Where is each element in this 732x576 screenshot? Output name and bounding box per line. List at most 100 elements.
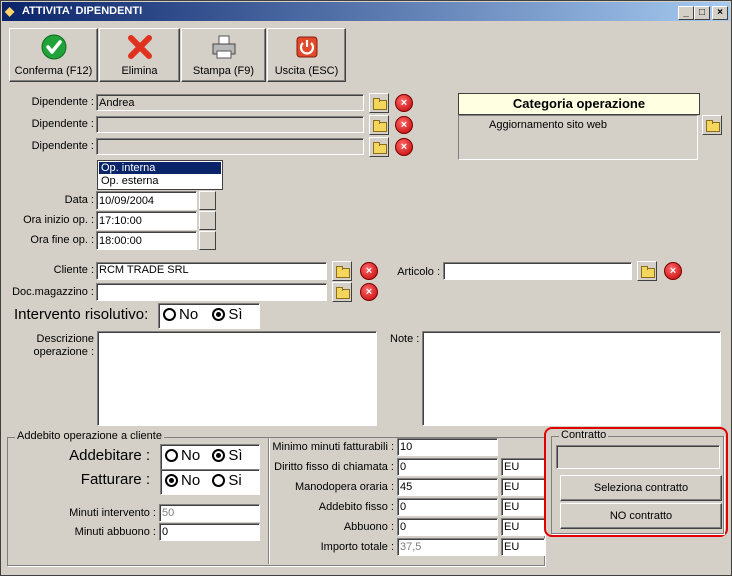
hourly-field[interactable]: 45 <box>397 478 498 496</box>
notes-label: Note : <box>390 333 420 345</box>
close-button[interactable]: × <box>712 6 728 20</box>
checkmark-icon <box>41 34 66 60</box>
end-time-field[interactable]: 18:00:00 <box>96 231 197 250</box>
min-billable-label: Minimo minuti fatturabili : <box>272 441 394 453</box>
employee-3-label: Dipendente : <box>31 140 94 152</box>
employee-1-clear-icon[interactable]: × <box>395 94 413 112</box>
contract-group-title: Contratto <box>559 429 609 441</box>
invoice-yes-radio[interactable] <box>212 473 226 487</box>
call-fee-currency[interactable]: EU <box>501 458 545 476</box>
end-time-label: Ora fine op. : <box>30 234 94 246</box>
billing-divider <box>268 438 269 564</box>
maximize-button[interactable]: □ <box>694 6 710 20</box>
description-label-2: operazione : <box>33 346 94 358</box>
charge-label: Addebitare : <box>69 447 150 464</box>
charge-yes-label: Sì <box>228 447 243 464</box>
fixed-charge-field[interactable]: 0 <box>397 498 498 516</box>
client-folder-icon[interactable] <box>332 261 352 281</box>
charge-no-label: No <box>181 447 201 464</box>
category-box[interactable]: Aggiornamento sito web <box>458 115 698 160</box>
employee-2-label: Dipendente : <box>31 118 94 130</box>
client-clear-icon[interactable]: × <box>360 262 378 280</box>
category-title: Categoria operazione <box>458 93 700 115</box>
article-folder-icon[interactable] <box>637 261 657 281</box>
minutes-label: Minuti intervento : <box>69 507 156 519</box>
employee-1-label: Dipendente : <box>31 96 94 108</box>
hourly-currency[interactable]: EU <box>501 478 545 496</box>
resolutive-no-label: No <box>179 306 199 323</box>
date-picker-button[interactable] <box>199 191 216 210</box>
client-field[interactable]: RCM TRADE SRL <box>96 262 327 280</box>
discount-currency[interactable]: EU <box>501 518 545 536</box>
employee-3-clear-icon[interactable]: × <box>395 138 413 156</box>
discount-field[interactable]: 0 <box>397 518 498 536</box>
employee-2-folder-icon[interactable] <box>369 115 389 135</box>
discount-minutes-label: Minuti abbuono : <box>74 526 156 538</box>
call-fee-field[interactable]: 0 <box>397 458 498 476</box>
fixed-charge-label: Addebito fisso : <box>318 501 394 513</box>
employee-3-field[interactable] <box>96 138 364 155</box>
minimize-button[interactable]: _ <box>678 6 694 20</box>
window-title: ATTIVITA' DIPENDENTI <box>22 5 143 17</box>
warehouse-doc-clear-icon[interactable]: × <box>360 283 378 301</box>
client-label: Cliente : <box>53 264 94 276</box>
article-clear-icon[interactable]: × <box>664 262 682 280</box>
confirm-button[interactable]: Conferma (F12) <box>9 28 98 82</box>
no-contract-button[interactable]: NO contratto <box>560 503 722 529</box>
employee-1-folder-icon[interactable] <box>369 93 389 113</box>
discount-label: Abbuono : <box>343 521 394 533</box>
start-time-label: Ora inizio op. : <box>23 214 94 226</box>
total-field[interactable]: 37,5 <box>397 538 498 556</box>
category-folder-icon[interactable] <box>702 115 722 135</box>
exit-button[interactable]: Uscita (ESC) <box>267 28 346 82</box>
resolutive-yes-radio[interactable] <box>212 307 226 321</box>
hourly-label: Manodopera oraria : <box>294 481 394 493</box>
date-field[interactable]: 10/09/2004 <box>96 191 197 210</box>
delete-label: Elimina <box>121 65 158 77</box>
start-time-button[interactable] <box>199 211 216 230</box>
invoice-label: Fatturare : <box>80 471 150 488</box>
total-currency[interactable]: EU <box>501 538 545 556</box>
end-time-button[interactable] <box>199 231 216 250</box>
minutes-field[interactable]: 50 <box>159 504 260 522</box>
print-label: Stampa (F9) <box>192 65 255 77</box>
description-label-1: Descrizione <box>36 333 94 345</box>
charge-no-radio[interactable] <box>165 448 178 462</box>
billing-group-title: Addebito operazione a cliente <box>15 430 164 442</box>
employee-2-clear-icon[interactable]: × <box>395 116 413 134</box>
print-button[interactable]: Stampa (F9) <box>181 28 266 82</box>
power-icon <box>296 36 317 58</box>
notes-textarea[interactable] <box>422 331 721 426</box>
warehouse-doc-field[interactable] <box>96 283 327 301</box>
warehouse-doc-label: Doc.magazzino : <box>12 286 94 298</box>
total-label: Importo totale : <box>320 541 394 553</box>
article-field[interactable] <box>443 262 632 280</box>
invoice-no-radio[interactable] <box>165 473 178 487</box>
description-textarea[interactable] <box>97 331 377 426</box>
invoice-radio-group: No Si <box>160 469 260 495</box>
call-fee-label: Diritto fisso di chiamata : <box>274 461 394 473</box>
contract-field[interactable] <box>556 445 720 469</box>
start-time-field[interactable]: 17:10:00 <box>96 211 197 230</box>
select-contract-button[interactable]: Seleziona contratto <box>560 475 722 501</box>
delete-button[interactable]: Elimina <box>99 28 180 82</box>
app-icon: ◆ <box>5 4 15 18</box>
employee-2-field[interactable] <box>96 116 364 133</box>
category-value: Aggiornamento sito web <box>489 119 608 131</box>
article-label: Articolo : <box>397 266 440 278</box>
title-bar: ◆ ATTIVITA' DIPENDENTI _ □ × <box>2 2 730 21</box>
warehouse-doc-folder-icon[interactable] <box>332 282 352 302</box>
invoice-no-label: No <box>181 472 201 489</box>
resolutive-no-radio[interactable] <box>163 307 176 321</box>
delete-x-icon <box>127 35 152 59</box>
discount-minutes-field[interactable]: 0 <box>159 523 260 541</box>
op-type-option-internal[interactable]: Op. interna <box>99 162 221 174</box>
op-type-list[interactable]: Op. interna Op. esterna <box>97 160 223 190</box>
employee-3-folder-icon[interactable] <box>369 137 389 157</box>
employee-1-field[interactable]: Andrea <box>96 94 364 111</box>
min-billable-field[interactable]: 10 <box>397 438 498 456</box>
charge-yes-radio[interactable] <box>212 448 226 462</box>
charge-radio-group: No Sì <box>160 444 260 470</box>
fixed-charge-currency[interactable]: EU <box>501 498 545 516</box>
op-type-option-external[interactable]: Op. esterna <box>99 175 221 187</box>
